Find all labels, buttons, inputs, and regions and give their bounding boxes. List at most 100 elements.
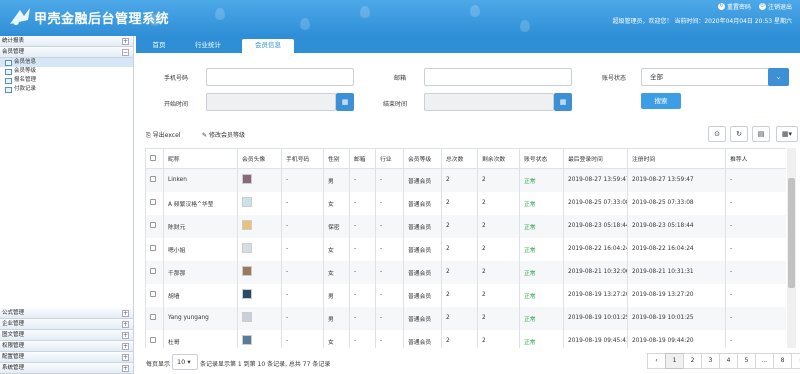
expand-icon[interactable]: + bbox=[122, 343, 129, 350]
table-cell: 普通会员 bbox=[403, 260, 442, 284]
columns-button[interactable]: ▦▾ bbox=[776, 126, 798, 142]
row-select-cell[interactable] bbox=[145, 214, 164, 238]
toggle-pagination-button[interactable]: ⊙ bbox=[708, 126, 726, 142]
row-checkbox[interactable] bbox=[150, 291, 156, 297]
row-checkbox[interactable] bbox=[150, 245, 156, 251]
column-header[interactable]: 会员等级 bbox=[403, 148, 442, 169]
row-select-cell[interactable] bbox=[145, 260, 164, 284]
expand-icon[interactable]: + bbox=[122, 310, 129, 317]
column-header[interactable]: 性别 bbox=[323, 148, 350, 169]
sidebar-item-member-info[interactable]: 会员信息 bbox=[0, 58, 133, 67]
table-row[interactable]: 千那那 - 女 - - 普通会员 2 2 正常 2019-08-21 10:32:06 2019-0… bbox=[145, 260, 786, 284]
table-cell: 陈财元 bbox=[163, 214, 238, 238]
table-row[interactable]: Linken - 男 - - 普通会员 2 2 正常 2019-08-27 13:59:47 201… bbox=[145, 168, 786, 192]
row-select-cell[interactable] bbox=[145, 191, 164, 215]
sidebar-head-config[interactable]: 配置管理 + bbox=[0, 352, 133, 363]
column-header[interactable]: 剩余次数 bbox=[477, 148, 520, 169]
table-cell: - bbox=[725, 306, 786, 330]
page-button[interactable]: 2 bbox=[683, 353, 702, 369]
sidebar-item-payments[interactable]: 付款记录 bbox=[0, 85, 133, 94]
sidebar-item-signup[interactable]: 报名管理 bbox=[0, 76, 133, 85]
table-row[interactable]: 杜哥 - 女 - - 普通会员 2 2 正常 2019-08-19 09:45:41 2019-08… bbox=[145, 329, 786, 348]
tab-member-info[interactable]: 会员信息 bbox=[242, 39, 294, 53]
expand-icon[interactable]: + bbox=[122, 365, 129, 372]
column-header[interactable]: 昵称 bbox=[163, 148, 238, 169]
sidebar-head-stats[interactable]: 统计报表 + bbox=[0, 36, 133, 47]
status-dropdown-button[interactable]: ⌄ bbox=[768, 68, 789, 86]
next-page-button[interactable]: › bbox=[791, 353, 800, 369]
sidebar-head-company[interactable]: 企业管理 + bbox=[0, 319, 133, 330]
row-checkbox[interactable] bbox=[150, 268, 156, 274]
expand-icon[interactable]: + bbox=[122, 321, 129, 328]
page-button[interactable]: 4 bbox=[719, 353, 738, 369]
expand-icon[interactable]: + bbox=[122, 354, 129, 361]
email-input[interactable] bbox=[424, 68, 572, 86]
prev-page-button[interactable]: ‹ bbox=[647, 353, 666, 369]
sidebar-head-system[interactable]: 系统管理 + bbox=[0, 363, 133, 374]
table-row[interactable]: A 频繁汉格^华莹 - 女 - - 普通会员 2 2 正常 2019-08-25 07:33:08… bbox=[145, 191, 786, 215]
row-select-cell[interactable] bbox=[145, 329, 164, 348]
row-select-cell[interactable] bbox=[145, 306, 164, 330]
row-select-cell[interactable] bbox=[145, 168, 164, 192]
start-time-input[interactable] bbox=[206, 93, 336, 111]
status-badge: 正常 bbox=[524, 316, 536, 323]
column-header[interactable]: 邮箱 bbox=[349, 148, 376, 169]
search-button[interactable]: 搜索 bbox=[641, 93, 681, 109]
page-button[interactable]: 3 bbox=[701, 353, 720, 369]
refresh-button[interactable]: ↻ bbox=[730, 126, 748, 142]
table-cell: 2 bbox=[477, 260, 520, 284]
sidebar-head-formula[interactable]: 公式管理 + bbox=[0, 308, 133, 319]
table-cell: 普通会员 bbox=[403, 329, 442, 348]
page-button[interactable]: 1 bbox=[665, 353, 684, 369]
end-time-input[interactable] bbox=[424, 93, 554, 111]
column-header[interactable]: 账号状态 bbox=[519, 148, 564, 169]
row-select-cell[interactable] bbox=[145, 283, 164, 307]
page-button[interactable]: ... bbox=[755, 353, 774, 369]
status-select[interactable]: 全部 bbox=[641, 68, 789, 86]
reset-password-link[interactable]: ↻ 重置密码 bbox=[717, 2, 751, 11]
export-excel-button[interactable]: ⎘ 导出excel bbox=[146, 130, 180, 140]
collapse-icon[interactable]: − bbox=[122, 49, 129, 56]
table-row[interactable]: Yang yungang - 男 - - 普通会员 2 2 正常 2019-08-19 10:01… bbox=[145, 306, 786, 330]
column-header[interactable]: 手机号码 bbox=[281, 148, 324, 169]
table-row[interactable]: 陈财元 - 保密 - - 普通会员 2 2 正常 2019-08-23 05:18:44 2019-… bbox=[145, 214, 786, 238]
sidebar-head-members[interactable]: 会员管理 − bbox=[0, 47, 133, 58]
row-checkbox[interactable] bbox=[150, 314, 156, 320]
row-checkbox[interactable] bbox=[150, 337, 156, 343]
sidebar-head-media[interactable]: 图文管理 + bbox=[0, 330, 133, 341]
page-button[interactable]: 8 bbox=[773, 353, 792, 369]
table-row[interactable]: 胡墙 - 男 - - 普通会员 2 2 正常 2019-08-19 13:27:20 2019-08… bbox=[145, 283, 786, 307]
table-scrollbar[interactable] bbox=[787, 148, 796, 348]
sidebar-head-permission[interactable]: 权限管理 + bbox=[0, 341, 133, 352]
expand-icon[interactable]: + bbox=[122, 38, 129, 45]
table-cell: 2 bbox=[441, 306, 478, 330]
sidebar-item-member-level[interactable]: 会员等级 bbox=[0, 67, 133, 76]
row-checkbox[interactable] bbox=[150, 176, 156, 183]
column-header[interactable]: 注册时间 bbox=[627, 148, 726, 169]
column-header[interactable]: 最后登录时间 bbox=[563, 148, 628, 169]
logout-link[interactable]: ⏻ 注销退出 bbox=[758, 2, 792, 11]
select-all-checkbox[interactable] bbox=[150, 154, 156, 161]
expand-icon[interactable]: + bbox=[122, 332, 129, 339]
select-all-cell[interactable] bbox=[145, 148, 164, 169]
end-calendar-button[interactable]: ▦ bbox=[554, 93, 572, 111]
scrollbar-thumb[interactable] bbox=[788, 178, 795, 288]
tab-home[interactable]: 首页 bbox=[144, 39, 174, 53]
phone-input[interactable] bbox=[206, 68, 354, 86]
row-checkbox[interactable] bbox=[150, 199, 156, 205]
start-calendar-button[interactable]: ▦ bbox=[336, 93, 354, 111]
row-select-cell[interactable] bbox=[145, 237, 164, 261]
page-button[interactable]: 5 bbox=[737, 353, 756, 369]
table-row[interactable]: 嗯小姐 - 女 - - 普通会员 2 2 正常 2019-08-22 16:04:24 2019-0… bbox=[145, 237, 786, 261]
row-checkbox[interactable] bbox=[150, 222, 156, 228]
modify-level-button[interactable]: ✎ 修改会员等级 bbox=[202, 130, 245, 139]
column-header[interactable]: 行业 bbox=[375, 148, 404, 169]
status-badge: 正常 bbox=[524, 201, 536, 208]
page-size-select[interactable]: 10 ▾ bbox=[172, 354, 198, 370]
column-header[interactable]: 总次数 bbox=[441, 148, 478, 169]
column-header[interactable]: 会员头像 bbox=[237, 148, 282, 169]
tab-industry-stats[interactable]: 行业统计 bbox=[188, 39, 228, 53]
toggle-view-button[interactable]: ▤ bbox=[752, 126, 770, 142]
table-cell: 女 bbox=[323, 237, 350, 261]
column-header[interactable]: 推荐人 bbox=[725, 148, 786, 169]
